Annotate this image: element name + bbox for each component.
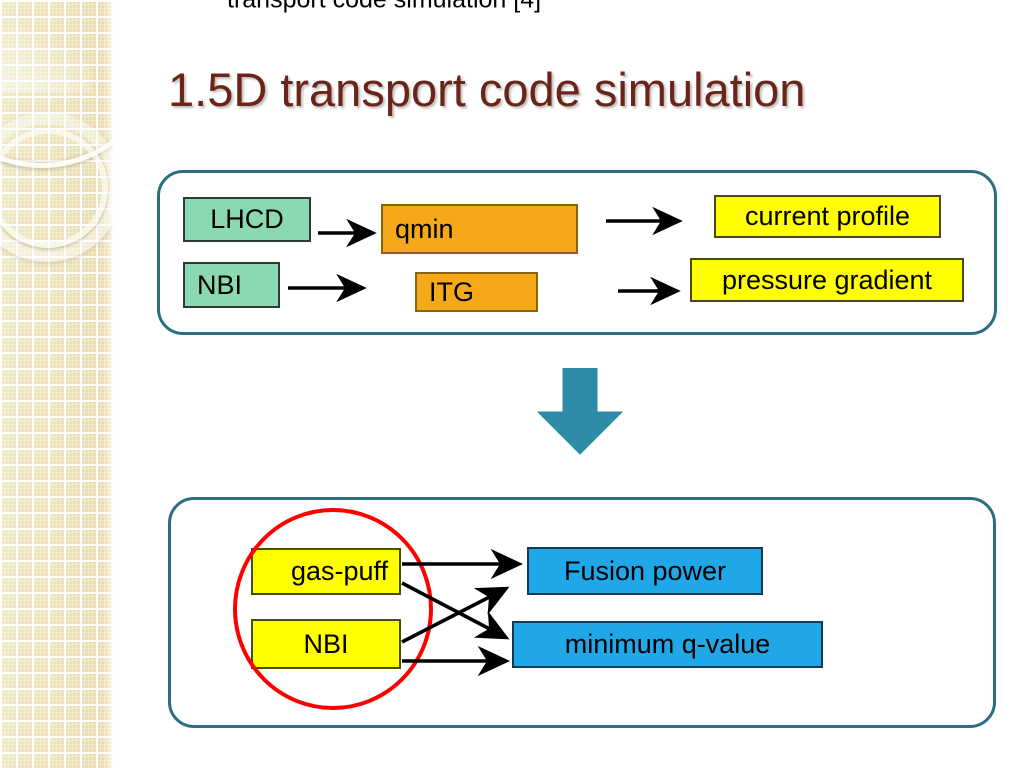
node-current-profile[interactable]: current profile — [714, 195, 941, 238]
sidebar-edge-fade — [108, 0, 116, 768]
node-minimum-q-value[interactable]: minimum q-value — [512, 621, 823, 668]
decorative-sidebar — [0, 0, 115, 768]
node-gas-puff[interactable]: gas-puff — [251, 548, 401, 595]
panel-transport-code-simulation — [168, 497, 996, 728]
node-fusion-power[interactable]: Fusion power — [527, 547, 763, 595]
node-nbi-top[interactable]: NBI — [183, 262, 280, 308]
big-down-arrow-icon — [530, 367, 630, 456]
panel-transport-code-simulation-label: transport code simulation [4] — [217, 0, 552, 13]
node-pressure-gradient[interactable]: pressure gradient — [690, 258, 964, 302]
node-itg[interactable]: ITG — [415, 272, 538, 312]
node-qmin[interactable]: qmin — [381, 204, 578, 254]
node-lhcd[interactable]: LHCD — [183, 197, 311, 242]
node-nbi-bottom[interactable]: NBI — [251, 619, 401, 669]
page-title: 1.5D transport code simulation — [168, 63, 806, 116]
